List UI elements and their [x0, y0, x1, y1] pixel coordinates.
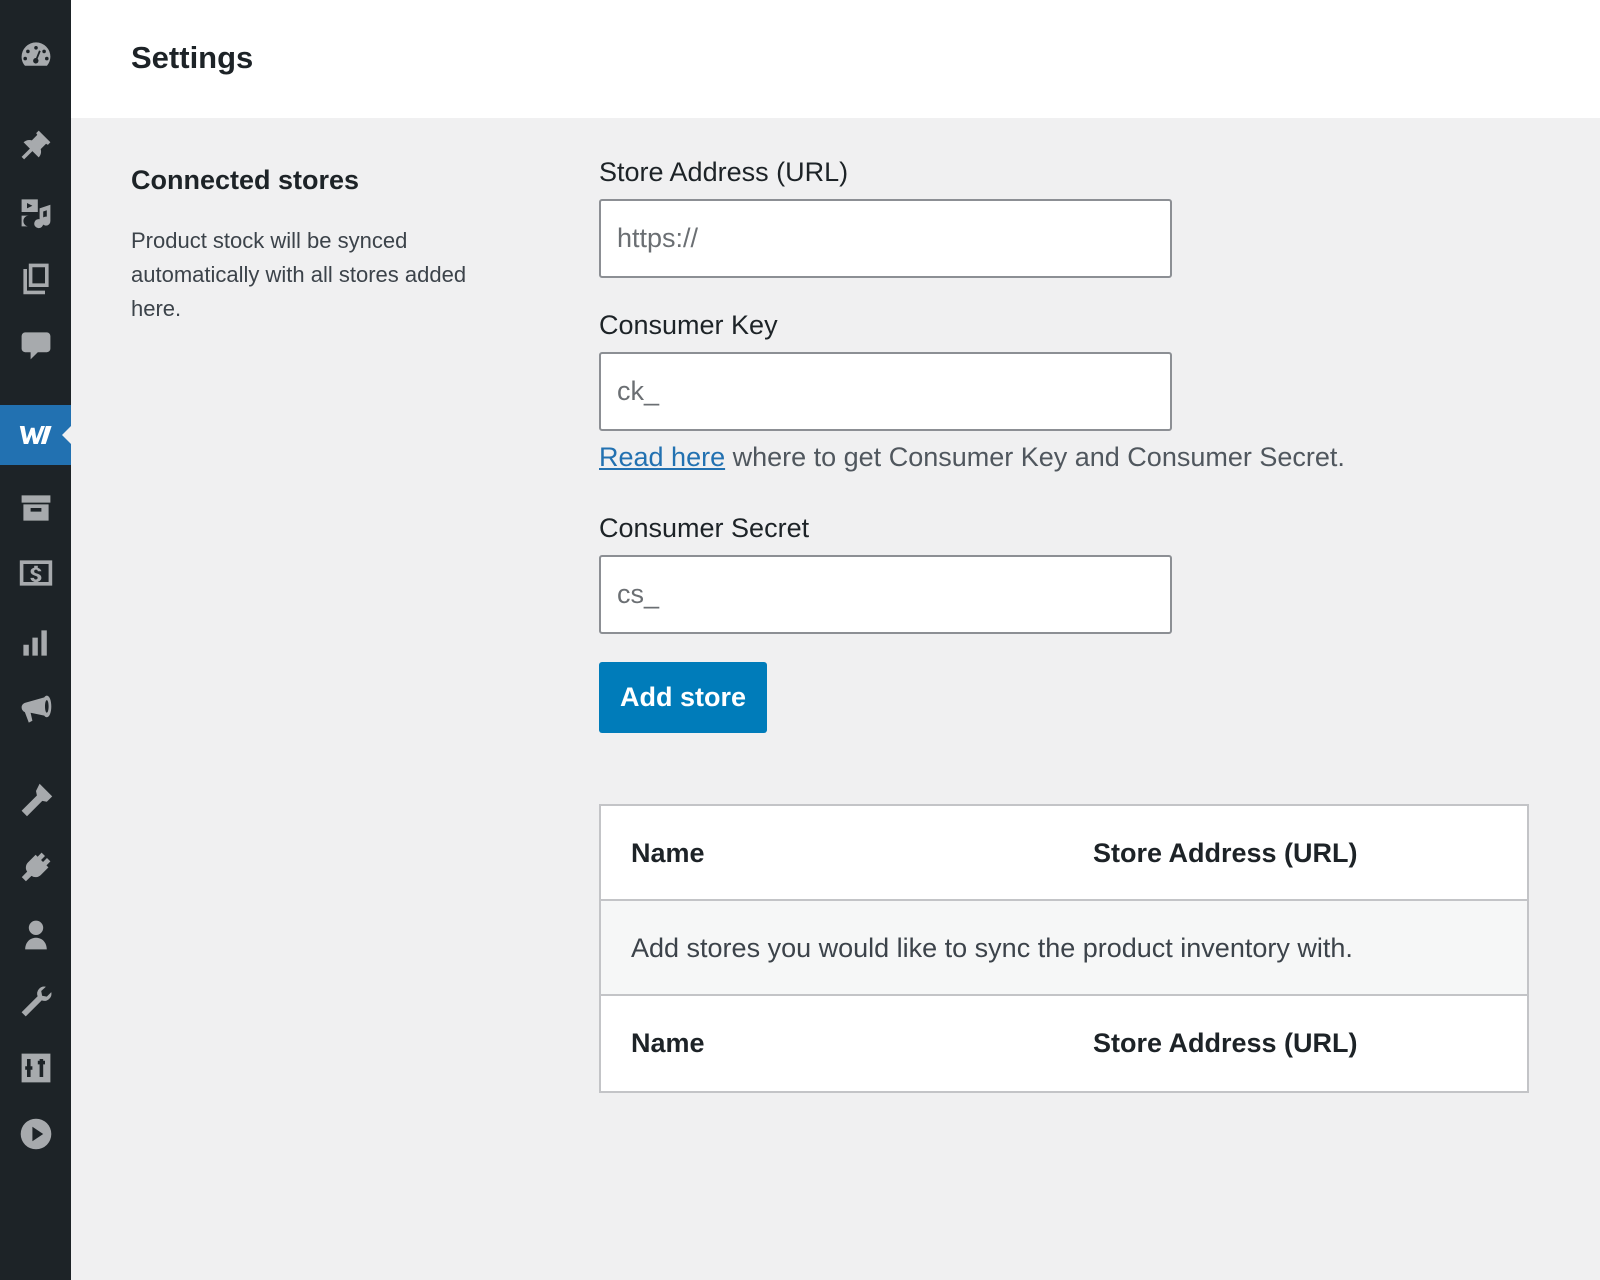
- consumer-key-label: Consumer Key: [599, 310, 778, 340]
- comments-icon[interactable]: [0, 315, 71, 375]
- consumer-key-help: Read here where to get Consumer Key and …: [599, 442, 1345, 473]
- woocommerce-icon[interactable]: [0, 405, 71, 465]
- page-header: Settings: [71, 0, 1600, 118]
- column-header-store-url[interactable]: Store Address (URL): [1093, 806, 1358, 901]
- plugins-icon[interactable]: [0, 837, 71, 897]
- store-url-input[interactable]: [599, 199, 1172, 278]
- column-header-name[interactable]: Name: [631, 806, 705, 901]
- column-footer-name[interactable]: Name: [631, 996, 705, 1091]
- table-footer-row: Name Store Address (URL): [601, 996, 1527, 1091]
- table-empty-row: Add stores you would like to sync the pr…: [601, 901, 1527, 996]
- column-footer-store-url[interactable]: Store Address (URL): [1093, 996, 1358, 1091]
- dashboard-icon[interactable]: [0, 25, 71, 85]
- users-icon[interactable]: [0, 905, 71, 965]
- consumer-secret-input[interactable]: [599, 555, 1172, 634]
- media-icon[interactable]: [0, 182, 71, 242]
- stores-table: Name Store Address (URL) Add stores you …: [599, 804, 1529, 1093]
- read-here-link[interactable]: Read here: [599, 442, 725, 472]
- archive-icon[interactable]: [0, 478, 71, 538]
- help-text-rest: where to get Consumer Key and Consumer S…: [725, 442, 1345, 472]
- play-icon[interactable]: [0, 1104, 71, 1164]
- store-url-label: Store Address (URL): [599, 157, 849, 187]
- consumer-secret-label: Consumer Secret: [599, 513, 810, 543]
- tools-icon[interactable]: [0, 972, 71, 1032]
- pages-icon[interactable]: [0, 248, 71, 308]
- section-description: Product stock will be synced automatical…: [131, 228, 467, 321]
- settings-sliders-icon[interactable]: [0, 1038, 71, 1098]
- pin-icon[interactable]: [0, 115, 71, 175]
- add-store-button[interactable]: Add store: [599, 662, 767, 733]
- megaphone-icon[interactable]: [0, 680, 71, 740]
- page-title: Settings: [131, 40, 254, 75]
- analytics-icon[interactable]: [0, 613, 71, 673]
- consumer-key-input[interactable]: [599, 352, 1172, 431]
- section-heading: Connected stores: [131, 165, 360, 195]
- appearance-icon[interactable]: [0, 770, 71, 830]
- admin-sidebar: [0, 0, 71, 1280]
- table-header-row: Name Store Address (URL): [601, 806, 1527, 901]
- empty-message: Add stores you would like to sync the pr…: [631, 933, 1353, 963]
- money-icon[interactable]: [0, 543, 71, 603]
